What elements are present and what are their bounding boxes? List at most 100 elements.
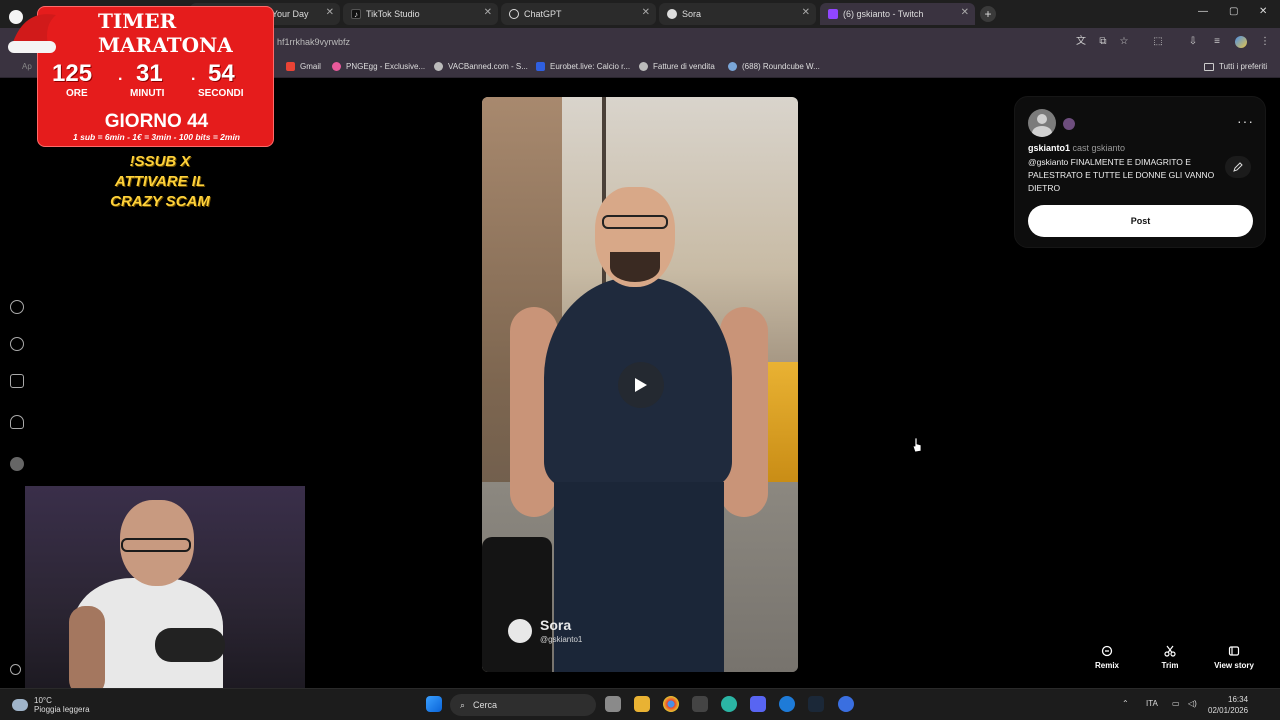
more-options-icon[interactable]: ··· (1237, 113, 1254, 129)
username[interactable]: gskianto1 (1028, 143, 1070, 153)
close-tab-icon[interactable]: ✕ (961, 7, 969, 18)
bookmark-roundcube[interactable]: (688) Roundcube W... (728, 62, 820, 71)
rain-cloud-icon (12, 699, 28, 711)
tab-title: (6) gskianto - Twitch (843, 9, 924, 19)
eurobet-icon (536, 62, 545, 71)
tab-title: Sora (682, 9, 702, 19)
new-tab-button[interactable]: + (980, 6, 996, 22)
translate-icon[interactable]: 文 (1075, 36, 1087, 48)
weather-description: Pioggia leggera (34, 705, 90, 714)
app-icon[interactable] (838, 696, 854, 712)
marathon-timer-overlay: TIMER MARATONA 125 . 31 . 54 ORE MINUTI … (37, 6, 274, 147)
watermark-name: Sora (540, 617, 572, 633)
cast-line: gskianto1 cast gskianto (1028, 143, 1125, 153)
bookmark-label: Eurobet.live: Calcio r... (550, 62, 631, 71)
remix-button[interactable]: Remix (1077, 645, 1137, 670)
bookmark-star-icon[interactable]: ☆ (1118, 36, 1130, 48)
discord-icon[interactable] (750, 696, 766, 712)
tab-title: TikTok Studio (366, 9, 420, 19)
search-icon[interactable] (10, 337, 24, 351)
timer-separator: . (118, 67, 123, 84)
vacbanned-icon (434, 62, 443, 71)
avatar[interactable] (1028, 109, 1056, 137)
reading-list-icon[interactable]: ≡ (1211, 36, 1223, 48)
twitch-icon (828, 9, 838, 19)
bookmark-eurobet[interactable]: Eurobet.live: Calcio r... (536, 62, 630, 71)
pencil-icon (1233, 162, 1243, 172)
install-app-icon[interactable]: ⧉ (1097, 36, 1109, 48)
search-icon: ⌕ (460, 699, 466, 710)
cast-text: cast gskianto (1072, 143, 1126, 153)
minimize-button[interactable]: — (1198, 6, 1208, 17)
sora-icon (667, 9, 677, 19)
all-bookmarks-folder[interactable]: Tutti i preferiti (1204, 62, 1267, 71)
input-language[interactable]: ITA (1146, 699, 1158, 708)
profile-icon[interactable] (10, 457, 24, 471)
network-icon[interactable]: ▭ (1172, 699, 1180, 708)
close-tab-icon[interactable]: ✕ (484, 7, 492, 18)
close-tab-icon[interactable]: ✕ (642, 7, 650, 18)
view-story-button[interactable]: View story (1204, 645, 1264, 670)
bookmark-gmail[interactable]: Gmail (286, 62, 321, 71)
timer-seconds-label: SECONDI (198, 88, 244, 99)
command-line: CRAZY SCAM (110, 193, 210, 210)
santa-hat-icon (8, 10, 56, 53)
close-tab-icon[interactable]: ✕ (326, 7, 334, 18)
system-clock[interactable]: 16:34 02/01/2026 (1208, 694, 1248, 716)
taskbar-search[interactable]: ⌕ Cerca (450, 694, 596, 716)
volume-icon[interactable]: ◁) (1188, 699, 1197, 708)
tab-twitch[interactable]: (6) gskianto - Twitch ✕ (820, 3, 975, 25)
task-view-icon[interactable] (605, 696, 621, 712)
download-icon[interactable]: ⇩ (1187, 36, 1199, 48)
post-button[interactable]: Post (1028, 205, 1253, 237)
clock-time: 16:34 (1228, 695, 1249, 704)
windows-taskbar: 10°C Pioggia leggera ⌕ Cerca ⌃ ITA ▭ ◁) … (0, 688, 1280, 720)
url-field[interactable]: hf1rrkhak9vyrwbfz (277, 37, 350, 47)
timer-minutes-label: MINUTI (130, 88, 165, 99)
bookmark-label: Tutti i preferiti (1219, 62, 1268, 71)
chrome-icon[interactable] (663, 696, 679, 712)
app-icon[interactable] (692, 696, 708, 712)
steam-icon[interactable] (808, 696, 824, 712)
timer-hours-label: ORE (66, 88, 88, 99)
tab-chatgpt[interactable]: ChatGPT ✕ (501, 3, 656, 25)
bookmark-pngegg[interactable]: PNGEgg - Exclusive... (332, 62, 425, 71)
apps-shortcut[interactable]: Ap (22, 62, 32, 71)
notifications-icon[interactable] (10, 415, 24, 429)
timer-rules: 1 sub = 6min - 1€ = 3min - 100 bits = 2m… (73, 132, 240, 142)
close-window-button[interactable]: ✕ (1259, 6, 1267, 17)
app-icon[interactable] (721, 696, 737, 712)
trim-button[interactable]: Trim (1140, 645, 1200, 670)
tab-tiktok-studio[interactable]: ♪ TikTok Studio ✕ (343, 3, 498, 25)
explore-icon[interactable] (10, 300, 24, 314)
clock-date: 02/01/2026 (1208, 706, 1249, 715)
cameo-badge-icon[interactable] (1063, 118, 1075, 130)
sora-watermark: Sora @gskianto1 (508, 617, 582, 644)
maximize-button[interactable]: ▢ (1229, 6, 1238, 17)
tab-sora[interactable]: Sora ✕ (659, 3, 816, 25)
weather-widget[interactable]: 10°C Pioggia leggera (12, 696, 90, 714)
search-label: Cerca (473, 700, 498, 710)
close-tab-icon[interactable]: ✕ (802, 7, 810, 18)
bookmark-fatture[interactable]: Fatture di vendita (639, 62, 715, 71)
timer-minutes: 31 (136, 60, 163, 87)
profile-avatar[interactable] (1235, 36, 1247, 48)
windows-start-icon[interactable] (426, 696, 442, 712)
trophy-icon[interactable] (10, 374, 24, 388)
tray-chevron-icon[interactable]: ⌃ (1122, 699, 1129, 708)
marathon-day: GIORNO 44 (104, 111, 209, 132)
video-frame-bag (482, 537, 552, 672)
menu-kebab-icon[interactable]: ⋮ (1259, 36, 1271, 48)
edit-caption-button[interactable] (1225, 156, 1251, 178)
bookmark-vacbanned[interactable]: VACBanned.com - S... (434, 62, 528, 71)
app-icon[interactable] (779, 696, 795, 712)
screen: ike Your Day ✕ ♪ TikTok Studio ✕ ChatGPT… (0, 0, 1280, 720)
file-explorer-icon[interactable] (634, 696, 650, 712)
play-button[interactable] (618, 362, 664, 408)
extensions-icon[interactable]: ⬚ (1152, 36, 1164, 48)
temperature: 10°C (34, 696, 52, 705)
tab-title: ChatGPT (524, 9, 562, 19)
caption-text: @gskianto FINALMENTE E DIMAGRITO E PALES… (1028, 157, 1215, 193)
timer-seconds: 54 (208, 60, 235, 87)
settings-icon[interactable] (10, 664, 21, 675)
